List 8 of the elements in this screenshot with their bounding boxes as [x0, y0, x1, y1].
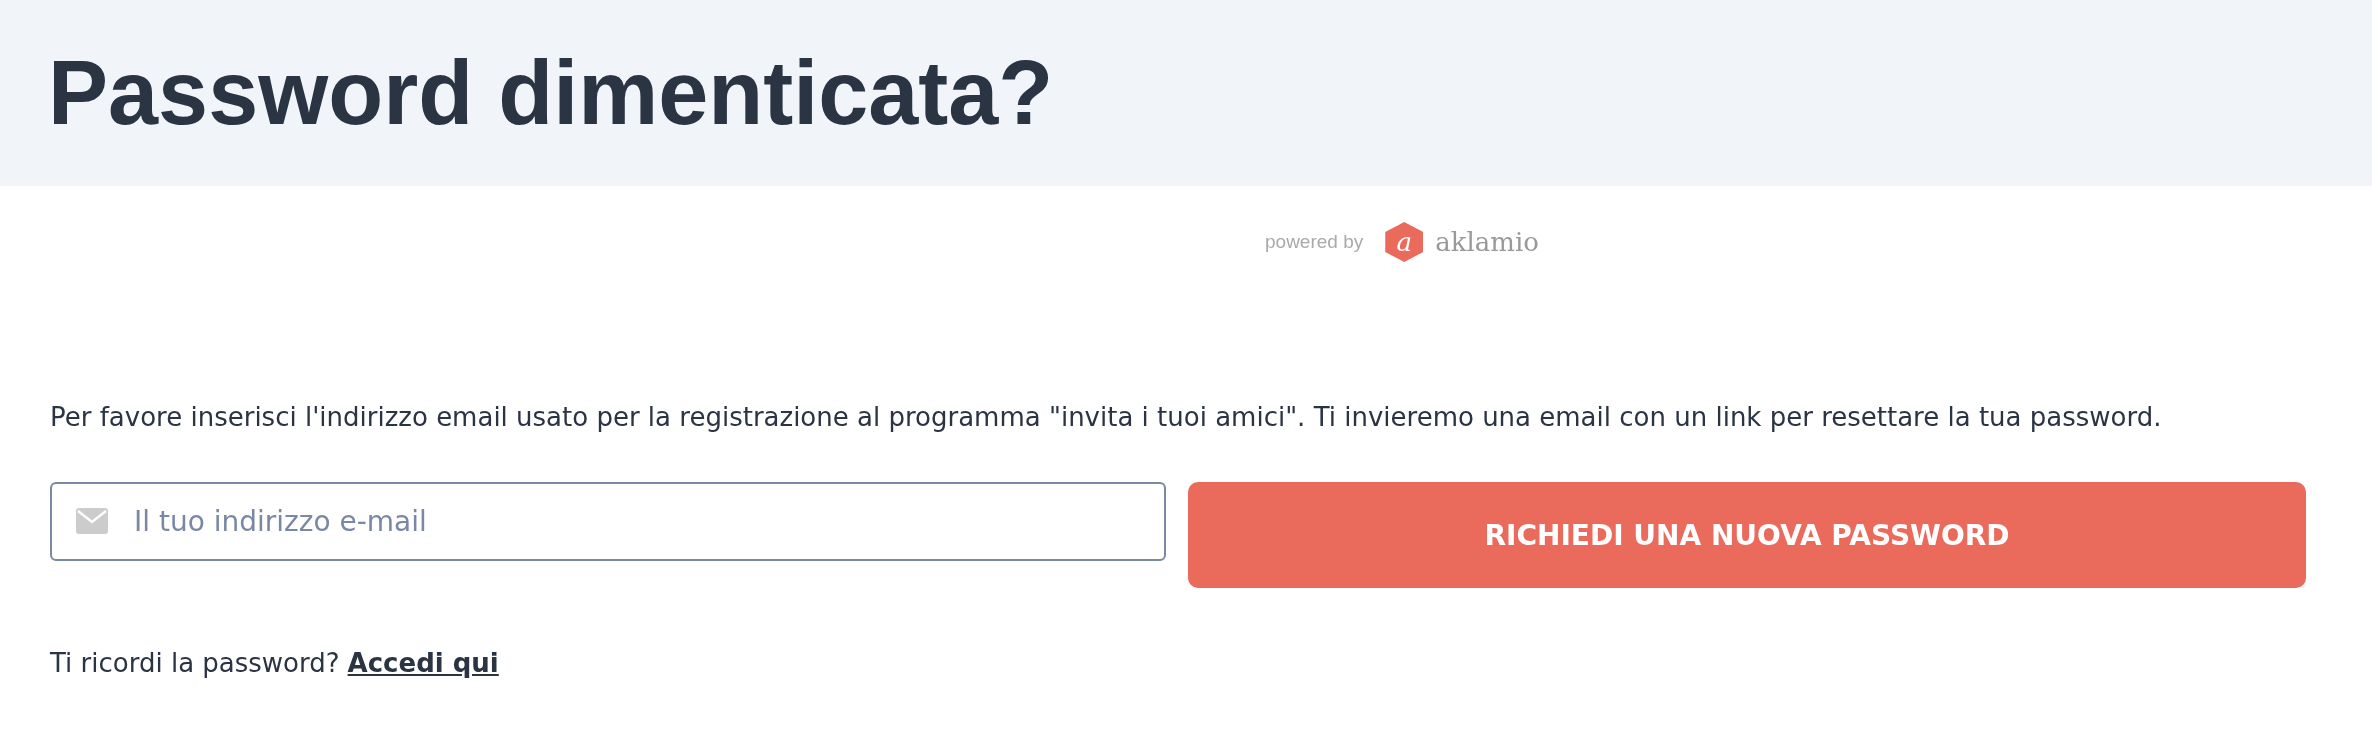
- login-link[interactable]: Accedi qui: [347, 648, 499, 678]
- powered-by-label: powered by: [1265, 231, 1364, 253]
- logo-icon: a: [1385, 222, 1424, 262]
- email-field[interactable]: Il tuo indirizzo e-mail: [50, 482, 1166, 561]
- login-prompt-text: Ti ricordi la password?: [50, 648, 340, 678]
- brand-name: aklamio: [1435, 227, 1539, 257]
- page-title: Password dimenticata?: [48, 41, 1054, 145]
- instructions-text: Per favore inserisci l'indirizzo email usato per la registrazione al programma "invita i tuoi amici". Ti invieremo una email con un link per resettare la tua password.: [50, 402, 2163, 432]
